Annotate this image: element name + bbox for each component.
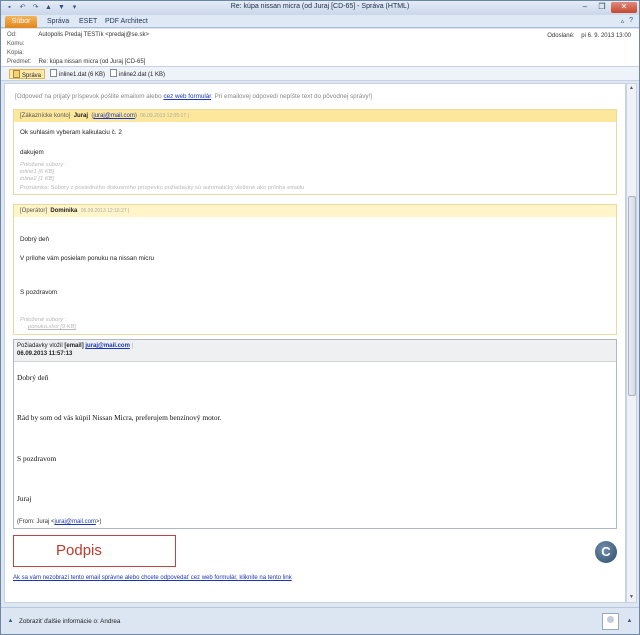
scrollbar-thumb[interactable]	[628, 196, 636, 396]
sent-label: Odoslané:	[547, 33, 575, 39]
close-button[interactable]: ✕	[611, 2, 637, 13]
attachment-label: inline1.dat (6 KB)	[59, 72, 106, 78]
envelope-icon	[13, 70, 20, 78]
from-label: Od:	[7, 32, 17, 38]
scroll-up-icon[interactable]: ▲	[627, 84, 636, 93]
people-pane-toggle-icon[interactable]: ▲	[6, 617, 15, 626]
scroll-down-icon[interactable]: ▼	[627, 593, 636, 602]
tab-pdf-architect[interactable]: PDF Architect	[99, 16, 154, 28]
sent-value: pi 6. 9. 2013 13:00	[581, 33, 631, 39]
title-bar: ▪ ↶ ↷ ▲ ▼ ▾ Re: kúpa nissan micra (od Ju…	[1, 1, 639, 15]
ribbon-tabs: Súbor Správa ESET PDF Architect ▵ ?	[1, 15, 639, 28]
file-icon	[110, 69, 117, 77]
subject-value: Re: kúpa nissan micra (od Juraj [CD-65]	[38, 59, 146, 65]
from-email-link[interactable]: juraj@mail.com	[55, 519, 96, 525]
from-footer: (From: Juraj <juraj@mail.com>)	[17, 519, 102, 525]
subject-label: Predmet:	[7, 59, 32, 65]
reply-notice: [Odpoveď na prijatý príspevok pošlite em…	[15, 93, 373, 100]
restore-button[interactable]: ❐	[594, 2, 610, 13]
from-value[interactable]: Autopolis Predaj TESTík <predaj@se.sk>	[38, 32, 149, 38]
original-request: Požiadavky vložil [email] juraj@mail.com…	[13, 339, 617, 529]
attachment-inline2-link[interactable]: inline2 [1 KB]	[20, 176, 54, 182]
people-pane: ▲ Zobraziť ďalšie informácie o: Andrea ▲	[1, 607, 639, 634]
request-email-link[interactable]: juraj@mail.com	[85, 343, 130, 349]
attachment-label: inline2.dat (1 KB)	[119, 72, 166, 78]
attachment-inline2[interactable]: inline2.dat (1 KB)	[107, 69, 168, 79]
expand-icon[interactable]: ▲	[625, 617, 634, 626]
from-row: Od: Autopolis Predaj TESTík <predaj@se.s…	[7, 32, 149, 38]
customer-post: [Zákaznícke konto] Juraj (juraj@mail.com…	[13, 109, 617, 195]
cc-row: Kópia:	[7, 50, 37, 56]
signature-text: Podpis	[56, 542, 102, 559]
customer-post-header: [Zákaznícke konto] Juraj (juraj@mail.com…	[14, 110, 616, 122]
tab-file[interactable]: Súbor	[5, 16, 37, 28]
company-logo: C	[595, 541, 617, 563]
window-controls: – ❐ ✕	[577, 2, 637, 13]
minimize-button[interactable]: –	[577, 2, 593, 13]
cc-label: Kópia:	[7, 50, 25, 56]
attachment-message[interactable]: Správa	[9, 69, 46, 79]
file-icon	[50, 69, 57, 77]
ribbon-right-controls: ▵ ?	[621, 17, 633, 25]
attachment-inline1[interactable]: inline1.dat (6 KB)	[47, 69, 108, 79]
message-window: ▪ ↶ ↷ ▲ ▼ ▾ Re: kúpa nissan micra (od Ju…	[0, 0, 640, 635]
message-header: Od: Autopolis Predaj TESTík <predaj@se.s…	[1, 29, 639, 67]
sent-date: Odoslané: pi 6. 9. 2013 13:00	[547, 33, 631, 39]
ribbon-minimize-icon[interactable]: ▵	[621, 17, 625, 25]
web-form-bottom-link[interactable]: Ak sa vám nezobrazí tento email správne …	[13, 575, 292, 581]
window-title: Re: kúpa nissan micra (od Juraj [CD-65] …	[230, 3, 410, 10]
attachment-inline1-link[interactable]: inline1 [6 KB]	[20, 169, 54, 175]
original-request-header: Požiadavky vložil [email] juraj@mail.com…	[14, 340, 616, 362]
tab-message[interactable]: Správa	[41, 16, 75, 28]
attachment-label: Správa	[22, 73, 42, 79]
signature-box: Podpis	[13, 535, 176, 567]
operator-post-header: [Operátor] Dominika 06.09.2013 12:16:27 …	[14, 205, 616, 217]
subject-row: Predmet: Re: kúpa nissan micra (od Juraj…	[7, 59, 145, 65]
to-label: Komu:	[7, 41, 25, 47]
customer-email-link[interactable]: juraj@mail.com	[93, 113, 134, 119]
message-body: [Odpoveď na prijatý príspevok pošlite em…	[4, 83, 626, 603]
people-pane-text[interactable]: Zobraziť ďalšie informácie o: Andrea	[19, 618, 120, 625]
attachment-ponuka-link[interactable]: ponuka.xlsx [9 KB]	[28, 324, 76, 330]
to-row: Komu:	[7, 41, 37, 47]
vertical-scrollbar[interactable]: ▲ ▼	[626, 83, 637, 603]
avatar[interactable]	[602, 613, 619, 630]
operator-post: [Operátor] Dominika 06.09.2013 12:16:27 …	[13, 204, 617, 335]
attachment-bar: Správa inline1.dat (6 KB) inline2.dat (1…	[1, 67, 639, 81]
web-form-link[interactable]: cez web formulár	[163, 93, 211, 100]
help-icon[interactable]: ?	[629, 17, 633, 25]
